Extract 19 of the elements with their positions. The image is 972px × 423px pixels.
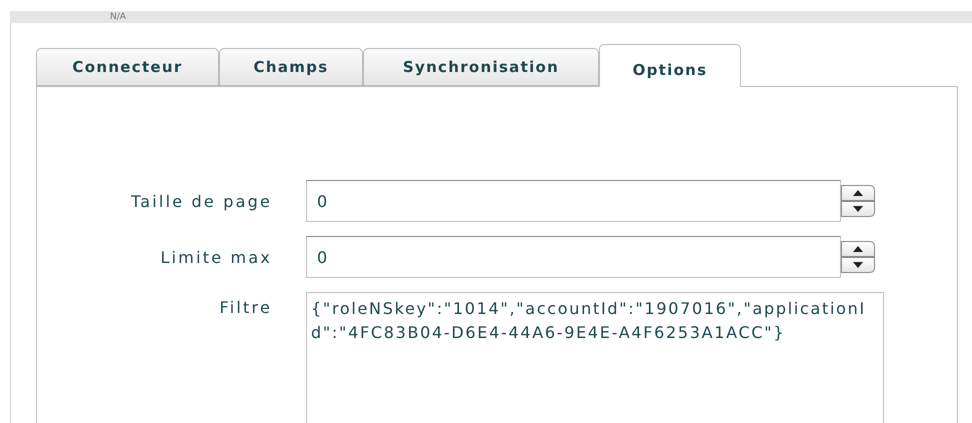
tab[interactable]: Synchronisation xyxy=(363,48,599,86)
decrement-button[interactable] xyxy=(841,201,875,217)
down-arrow-icon xyxy=(853,262,863,268)
decrement-button[interactable] xyxy=(841,257,875,273)
increment-button[interactable] xyxy=(841,185,875,201)
tab[interactable]: Connecteur xyxy=(36,48,219,86)
field-label: Taille de page xyxy=(130,192,272,210)
up-arrow-icon xyxy=(853,190,863,196)
up-arrow-icon xyxy=(853,246,863,252)
number-field[interactable]: 0 xyxy=(306,180,841,222)
increment-button[interactable] xyxy=(841,241,875,257)
filter-textarea[interactable]: {"roleNSkey":"1014","accountId":"1907016","applicationId":"4FC83B04-D6E4-44A6-9E4E-A4F6253A1ACC"} xyxy=(306,292,884,423)
field-label: Limite max xyxy=(160,248,272,266)
tab[interactable]: Champs xyxy=(219,48,363,86)
number-field[interactable]: 0 xyxy=(306,236,841,278)
header-text: N/A xyxy=(110,11,126,23)
tab[interactable]: Options xyxy=(599,44,741,87)
down-arrow-icon xyxy=(853,206,863,212)
field-label: Filtre xyxy=(218,297,272,317)
